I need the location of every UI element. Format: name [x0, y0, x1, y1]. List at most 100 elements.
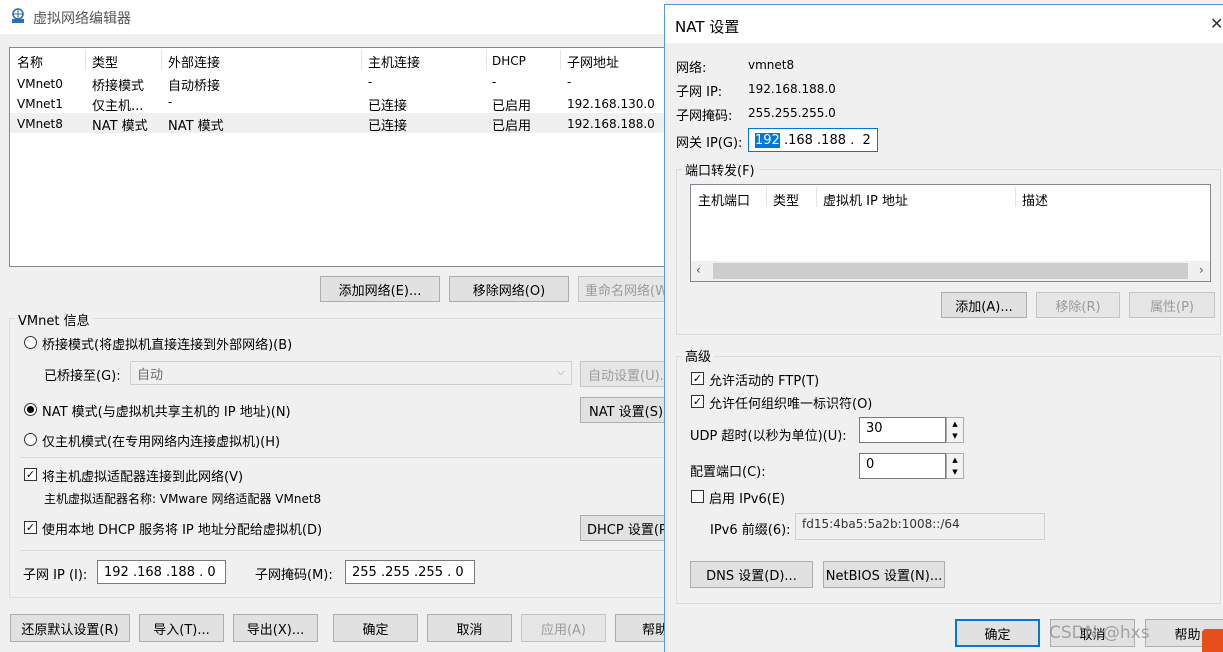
- subnet-ip-label: 子网 IP (I):: [23, 568, 88, 583]
- network-table[interactable]: 名称 类型 外部连接 主机连接 DHCP 子网地址 VMnet0 桥接模式 自动…: [9, 47, 670, 267]
- row-name: VMnet8: [17, 117, 63, 131]
- use-dhcp-checkbox[interactable]: ✓: [24, 521, 37, 534]
- remove-network-button[interactable]: 移除网络(O): [449, 276, 569, 302]
- row-type: 仅主机...: [92, 99, 144, 114]
- bridged-to-select[interactable]: 自动 ⌵: [130, 361, 572, 385]
- table-row[interactable]: VMnet0 桥接模式 自动桥接 - - -: [10, 73, 670, 94]
- enable-ipv6-label[interactable]: 启用 IPv6(E): [709, 488, 785, 507]
- apply-button[interactable]: 应用(A): [521, 614, 606, 642]
- row-host: -: [368, 75, 373, 89]
- dns-settings-button[interactable]: DNS 设置(D)...: [690, 561, 813, 588]
- host-only-radio[interactable]: [24, 433, 37, 446]
- add-port-button[interactable]: 添加(A)...: [941, 292, 1027, 318]
- allow-ftp-label[interactable]: 允许活动的 FTP(T): [709, 370, 819, 389]
- cancel-button[interactable]: 取消: [427, 614, 512, 642]
- nat-dialog-title: NAT 设置: [675, 18, 740, 36]
- horizontal-scrollbar[interactable]: ‹ ›: [691, 261, 1210, 281]
- ipv6-prefix-label: IPv6 前缀(6):: [710, 523, 791, 538]
- scroll-thumb[interactable]: [713, 263, 1188, 279]
- vmnet-info-group: [9, 318, 679, 598]
- watermark-text: CSDN @hxs: [1049, 623, 1150, 643]
- allow-uid-checkbox[interactable]: ✓: [691, 395, 704, 408]
- vmnet-info-title: VMnet 信息: [15, 310, 93, 329]
- connect-adapter-label[interactable]: 将主机虚拟适配器连接到此网络(V): [42, 466, 243, 485]
- divider: [20, 550, 665, 551]
- subnet-ip-value: 192.168.188.0: [748, 82, 836, 96]
- ipv6-prefix-input[interactable]: fd15:4ba5:5a2b:1008::/64: [795, 513, 1045, 540]
- row-subnet: 192.168.188.0: [567, 117, 655, 131]
- host-only-label[interactable]: 仅主机模式(在专用网络内连接虚拟机)(H): [42, 431, 280, 450]
- csdn-logo-icon: [1202, 629, 1223, 652]
- config-port-input[interactable]: 0: [859, 453, 946, 479]
- subnet-mask-input[interactable]: 255 .255 .255 . 0: [345, 560, 475, 584]
- gateway-rest-text: .168 .188 . 2: [779, 132, 871, 148]
- subnet-mask-label: 子网掩码(M):: [255, 568, 333, 583]
- row-external: -: [168, 95, 173, 109]
- nat-title-bar: NAT 设置 ✕: [665, 5, 1223, 43]
- netbios-settings-button[interactable]: NetBIOS 设置(N)...: [823, 561, 945, 588]
- add-network-button[interactable]: 添加网络(E)...: [320, 276, 440, 302]
- scroll-left-icon[interactable]: ‹: [696, 263, 701, 277]
- import-button[interactable]: 导入(T)...: [139, 614, 224, 642]
- table-header: 名称 类型 外部连接 主机连接 DHCP 子网地址: [10, 48, 670, 72]
- col-name[interactable]: 名称: [17, 52, 43, 71]
- row-name: VMnet0: [17, 77, 63, 91]
- network-label: 网络:: [676, 61, 707, 76]
- advanced-title: 高级: [682, 346, 715, 365]
- col-type[interactable]: 类型: [773, 190, 799, 209]
- chevron-down-icon: ⌵: [556, 365, 565, 378]
- udp-timeout-label: UDP 超时(以秒为单位)(U):: [690, 429, 847, 444]
- remove-port-button[interactable]: 移除(R): [1036, 292, 1120, 318]
- row-host: 已连接: [368, 119, 408, 134]
- ok-button[interactable]: 确定: [333, 614, 418, 642]
- gateway-ip-input[interactable]: 192 .168 .188 . 2: [748, 128, 878, 152]
- subnet-ip-input[interactable]: 192 .168 .188 . 0: [97, 560, 226, 584]
- col-host-port[interactable]: 主机端口: [698, 190, 750, 209]
- enable-ipv6-checkbox[interactable]: [691, 490, 704, 503]
- export-button[interactable]: 导出(X)...: [233, 614, 318, 642]
- row-subnet: 192.168.130.0: [567, 97, 655, 111]
- main-window-title: 虚拟网络编辑器: [33, 11, 131, 27]
- scroll-right-icon[interactable]: ›: [1199, 263, 1204, 277]
- nat-mode-radio[interactable]: [24, 403, 37, 416]
- use-dhcp-label[interactable]: 使用本地 DHCP 服务将 IP 地址分配给虚拟机(D): [42, 519, 322, 538]
- col-dhcp[interactable]: DHCP: [492, 54, 526, 68]
- col-external[interactable]: 外部连接: [168, 52, 220, 71]
- row-type: NAT 模式: [92, 119, 148, 134]
- col-description[interactable]: 描述: [1022, 190, 1048, 209]
- port-forwarding-title: 端口转发(F): [682, 160, 758, 179]
- table-row[interactable]: VMnet1 仅主机... - 已连接 已启用 192.168.130.0: [10, 93, 670, 114]
- subnet-mask-label: 子网掩码:: [676, 109, 733, 124]
- row-external: 自动桥接: [168, 79, 221, 94]
- row-subnet: -: [567, 75, 572, 89]
- nat-mode-label[interactable]: NAT 模式(与虚拟机共享主机的 IP 地址)(N): [42, 401, 291, 420]
- bridge-mode-label[interactable]: 桥接模式(将虚拟机直接连接到外部网络)(B): [42, 334, 292, 353]
- properties-button[interactable]: 属性(P): [1129, 292, 1215, 318]
- allow-uid-label[interactable]: 允许任何组织唯一标识符(O): [709, 393, 872, 412]
- udp-timeout-stepper[interactable]: ▲ ▼: [946, 417, 964, 443]
- row-host: 已连接: [368, 99, 408, 114]
- row-external: NAT 模式: [168, 119, 224, 134]
- col-subnet[interactable]: 子网地址: [567, 52, 619, 71]
- config-port-stepper[interactable]: ▲ ▼: [946, 453, 964, 479]
- main-title-bar: 虚拟网络编辑器: [0, 0, 665, 34]
- main-window: 虚拟网络编辑器 名称 类型 外部连接 主机连接 DHCP 子网地址 VMnet0…: [0, 0, 700, 652]
- row-type: 桥接模式: [92, 79, 145, 94]
- nat-ok-button[interactable]: 确定: [955, 619, 1040, 647]
- col-type[interactable]: 类型: [92, 52, 118, 71]
- col-vm-ip[interactable]: 虚拟机 IP 地址: [823, 190, 908, 209]
- row-dhcp: 已启用: [492, 99, 532, 114]
- bridged-to-label: 已桥接至(G):: [44, 369, 121, 384]
- adapter-name-text: 主机虚拟适配器名称: VMware 网络适配器 VMnet8: [44, 492, 322, 506]
- bridge-mode-radio[interactable]: [24, 336, 37, 349]
- row-name: VMnet1: [17, 97, 63, 111]
- close-icon[interactable]: ✕: [1210, 14, 1223, 33]
- table-row-selected[interactable]: VMnet8 NAT 模式 NAT 模式 已连接 已启用 192.168.188…: [10, 113, 670, 134]
- gateway-label: 网关 IP(G):: [676, 136, 743, 151]
- connect-adapter-checkbox[interactable]: ✓: [24, 468, 37, 481]
- udp-timeout-input[interactable]: 30: [859, 417, 946, 443]
- allow-ftp-checkbox[interactable]: ✓: [691, 372, 704, 385]
- col-host[interactable]: 主机连接: [368, 52, 420, 71]
- port-forwarding-list[interactable]: 主机端口 类型 虚拟机 IP 地址 描述 ‹ ›: [690, 184, 1211, 282]
- restore-defaults-button[interactable]: 还原默认设置(R): [10, 614, 130, 642]
